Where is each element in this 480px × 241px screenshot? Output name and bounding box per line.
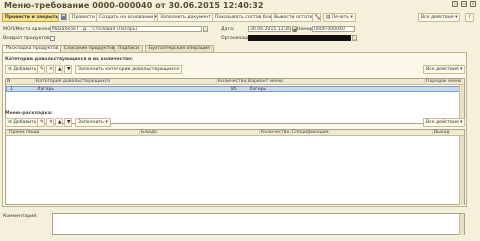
print-label: Печать ▾ xyxy=(331,15,353,20)
edit-icon[interactable]: ✎ xyxy=(37,118,45,127)
date-label: Дата: xyxy=(221,27,235,32)
return-products-label: Возврат продуктов: xyxy=(3,36,52,41)
tab-panel: Категории довольствующихся и их количест… xyxy=(2,52,467,207)
post-and-close-button[interactable]: Провести и закрыть xyxy=(2,13,62,22)
return-products-checkbox[interactable] xyxy=(50,36,55,41)
col-n[interactable]: N xyxy=(6,79,10,85)
add-icon: ⊕ xyxy=(8,120,12,125)
row-number: 1 xyxy=(10,87,13,92)
number-field[interactable]: 0000-000040 xyxy=(312,26,355,32)
select-button[interactable]: … xyxy=(203,26,208,32)
help-icon[interactable]: ? xyxy=(465,13,474,22)
toolbar: Провести и закрыть Провести Создать на о… xyxy=(0,13,480,23)
col-output[interactable]: Выход xyxy=(432,130,449,136)
close-icon[interactable]: × xyxy=(470,1,476,7)
window-title: Меню-требование 0000-000040 от 30.06.201… xyxy=(4,1,264,10)
categories-table: N Категория довольствующихся Количество … xyxy=(5,78,465,124)
layout-fill-button[interactable]: Заполнить ▾ xyxy=(75,118,111,127)
create-based-on-button[interactable]: Создать на основании ▾ xyxy=(96,13,160,22)
tab-signatures[interactable]: Подписи xyxy=(114,45,143,52)
show-dish-composition-button[interactable]: Показывать состав блюд xyxy=(212,13,279,22)
all-actions-button[interactable]: Все действия ▾ xyxy=(418,13,461,22)
date-field[interactable]: 30.06.2015 12:40:32 xyxy=(248,26,291,32)
menu-layout-table-header: Прием пищи Блюдо Количество Спецификация… xyxy=(6,130,464,136)
move-up-icon[interactable]: ▲ xyxy=(55,65,63,74)
layout-all-actions-button[interactable]: Все действия ▾ xyxy=(423,118,466,127)
menu-layout-title: Меню-раскладка: xyxy=(5,111,53,116)
comment-scrollbar[interactable] xyxy=(459,214,464,235)
move-down-icon[interactable]: ▼ xyxy=(64,118,72,127)
move-down-icon[interactable]: ▼ xyxy=(64,65,72,74)
col-meal[interactable]: Прием пищи xyxy=(6,130,39,136)
fill-categories-button[interactable]: Заполнить категории довольствующихся xyxy=(75,65,182,74)
categories-add-button[interactable]: ⊕ Добавить xyxy=(5,65,40,74)
post-button[interactable]: Провести xyxy=(69,13,98,22)
toolbar-separator xyxy=(154,14,155,21)
floppy-icon xyxy=(61,14,66,20)
delete-icon[interactable]: ✕ xyxy=(46,118,54,127)
row-quantity: 85 xyxy=(231,87,237,92)
tab-products-writeoff[interactable]: Списание продуктов xyxy=(60,45,119,52)
select-organization-button[interactable]: … xyxy=(352,35,357,41)
table-row[interactable]: 1 Лагерь 85 Лагерь xyxy=(6,86,464,92)
add-icon: ⊕ xyxy=(8,67,12,72)
organization-field[interactable] xyxy=(248,35,351,41)
col-quantity[interactable]: Количество xyxy=(216,79,246,85)
save-icon[interactable] xyxy=(58,13,67,22)
menu-layout-table: Прием пищи Блюдо Количество Спецификация… xyxy=(5,129,465,205)
col-menu-variant[interactable]: Вариант меню xyxy=(246,79,283,85)
col-dish[interactable]: Блюдо xyxy=(139,130,157,136)
maximize-icon[interactable]: ▭ xyxy=(461,1,467,7)
categories-table-header: N Категория довольствующихся Количество … xyxy=(6,79,464,85)
mol-label: МОЛ/Место хранения: xyxy=(3,27,57,32)
col-specification[interactable]: Спецификация xyxy=(290,130,329,136)
restore-icon[interactable]: ▫ xyxy=(452,1,458,7)
row-category: Лагерь xyxy=(37,87,55,92)
categories-title: Категории довольствующихся и их количест… xyxy=(5,57,134,62)
comment-field[interactable] xyxy=(52,213,465,235)
mol-field[interactable]: Михалков Г. Д. : Столовая (Лагерь) xyxy=(50,26,202,32)
categories-all-actions-button[interactable]: Все действия ▾ xyxy=(423,65,466,74)
structure-icon[interactable] xyxy=(312,13,321,22)
add-label: Добавить xyxy=(13,120,37,125)
col-menu-order[interactable]: Порядок меню xyxy=(424,79,461,85)
add-label: Добавить xyxy=(13,67,37,72)
move-up-icon[interactable]: ▲ xyxy=(55,118,63,127)
row-variant: Лагерь xyxy=(249,87,267,92)
fill-document-button[interactable]: Заполнить документ xyxy=(157,13,214,22)
edit-icon[interactable]: ✎ xyxy=(37,65,45,74)
comment-label: Комментарий: xyxy=(3,214,38,219)
tab-accounting[interactable]: Бухгалтерская операция xyxy=(145,45,214,52)
col-category[interactable]: Категория довольствующихся xyxy=(34,79,110,85)
menu-layout-scrollbar[interactable] xyxy=(459,136,464,205)
layout-add-button[interactable]: ⊕ Добавить xyxy=(5,118,40,127)
delete-icon[interactable]: ✕ xyxy=(46,65,54,74)
title-bar: Меню-требование 0000-000040 от 30.06.201… xyxy=(0,0,480,11)
col-quantity[interactable]: Количество xyxy=(259,130,289,136)
print-button[interactable]: ▤ Печать ▾ xyxy=(323,13,356,22)
